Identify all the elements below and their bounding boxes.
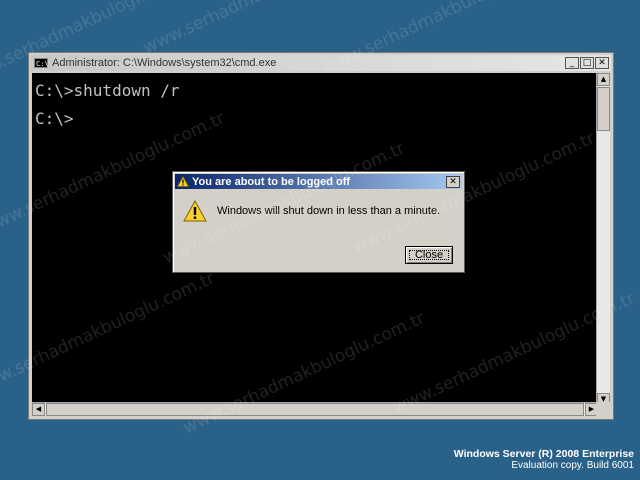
watermark-text: www.serhadmakbuloglu.com.tr	[140, 0, 388, 58]
cmd-titlebar[interactable]: C:\ Administrator: C:\Windows\system32\c…	[31, 55, 611, 71]
maximize-button[interactable]: □	[580, 57, 594, 69]
warning-icon	[183, 200, 207, 222]
console-line: C:\>	[35, 109, 74, 128]
focus-rectangle	[409, 250, 449, 260]
warning-icon	[177, 176, 189, 187]
vertical-scroll-thumb[interactable]	[597, 87, 610, 131]
os-branding: Windows Server (R) 2008 Enterprise Evalu…	[454, 448, 634, 472]
scrollbar-corner	[596, 402, 610, 416]
cmd-app-icon: C:\	[34, 58, 49, 68]
os-build: Evaluation copy. Build 6001	[511, 460, 634, 471]
scroll-left-icon[interactable]: ◀	[32, 403, 45, 416]
os-edition: Windows Server (R) 2008 Enterprise	[453, 448, 634, 460]
close-button[interactable]: ✕	[595, 57, 609, 69]
logoff-dialog[interactable]: You are about to be logged off ✕ Windows…	[172, 171, 465, 273]
minimize-button[interactable]: _	[565, 57, 579, 69]
dialog-close-icon[interactable]: ✕	[446, 175, 460, 188]
console-line: C:\>shutdown /r	[35, 81, 180, 100]
dialog-message: Windows will shut down in less than a mi…	[217, 205, 441, 217]
vertical-scrollbar[interactable]: ▲ ▼	[596, 73, 610, 406]
dialog-titlebar[interactable]: You are about to be logged off ✕	[175, 174, 462, 189]
horizontal-scroll-thumb[interactable]	[46, 403, 584, 416]
close-button[interactable]: Close	[405, 246, 453, 264]
cmd-window-title: Administrator: C:\Windows\system32\cmd.e…	[52, 57, 277, 69]
dialog-title: You are about to be logged off	[192, 175, 351, 188]
scroll-up-icon[interactable]: ▲	[597, 73, 610, 86]
horizontal-scrollbar[interactable]: ◀ ▶	[32, 402, 598, 416]
